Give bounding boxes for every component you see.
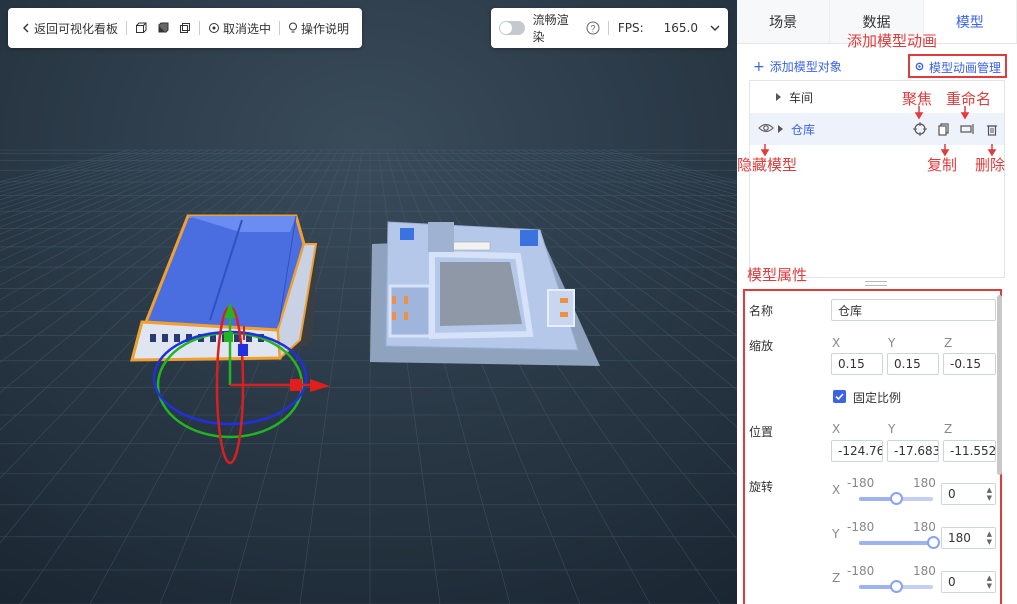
view-solid-button[interactable] xyxy=(152,22,174,34)
rot-x-slider-knob[interactable] xyxy=(890,492,903,505)
rot-y-slider[interactable] xyxy=(859,536,940,549)
annotation-props: 模型属性 xyxy=(747,266,808,284)
annotation-arrows xyxy=(760,106,997,157)
lock-ratio-label: 固定比例 xyxy=(853,391,902,405)
target-icon xyxy=(208,22,220,34)
help-label: 操作说明 xyxy=(301,21,350,36)
smooth-render-toggle[interactable] xyxy=(499,21,525,35)
spinner-icon[interactable]: ▲ ▼ xyxy=(987,530,992,546)
view-front-button[interactable] xyxy=(130,22,152,34)
scene-canvas[interactable] xyxy=(0,0,737,604)
resize-handle[interactable] xyxy=(865,281,887,286)
rot-x-min: -180 xyxy=(847,476,875,490)
pos-y-axis-label: Y xyxy=(888,422,896,436)
smooth-render-label: 流畅渲染 xyxy=(532,13,569,44)
cancel-selection-label: 取消选中 xyxy=(223,21,272,36)
props-scrollbar[interactable] xyxy=(997,295,1002,475)
rot-z-axis-label: Z xyxy=(832,571,841,585)
name-label: 名称 xyxy=(749,304,774,318)
rot-y-axis-label: Y xyxy=(832,527,840,541)
rot-y-value: 180 xyxy=(948,531,971,545)
spinner-icon[interactable]: ▲ ▼ xyxy=(987,486,992,502)
back-label: 返回可视化看板 xyxy=(34,21,119,36)
chevron-left-icon xyxy=(21,23,31,33)
spinner-icon[interactable]: ▲ ▼ xyxy=(987,574,992,590)
cube-solid-icon xyxy=(157,22,169,34)
question-icon[interactable]: ? xyxy=(586,21,600,35)
cube-outline-icon xyxy=(135,22,147,34)
scale-z-input[interactable]: -0.15 xyxy=(943,353,996,375)
toolbar-divider xyxy=(199,21,201,35)
bulb-icon xyxy=(288,22,298,34)
rot-x-slider[interactable] xyxy=(859,492,933,505)
toolbar-divider xyxy=(126,21,128,35)
cube-wire-icon xyxy=(179,22,191,34)
chevron-down-icon[interactable] xyxy=(710,23,720,33)
rot-y-slider-fill xyxy=(859,541,933,545)
rot-z-slider[interactable] xyxy=(859,580,933,593)
scale-x-input[interactable]: 0.15 xyxy=(831,353,883,375)
side-panel: 场景 数据 模型 添加模型动画 + 添加模型对象 模型动画管理 车间 仓库 聚焦… xyxy=(737,0,1017,604)
rot-y-slider-knob[interactable] xyxy=(927,536,940,549)
rot-y-min: -180 xyxy=(847,520,875,534)
viewport-toolbar: 返回可视化看板 取消选中 操作说明 xyxy=(8,8,363,48)
check-icon xyxy=(835,393,844,401)
rot-x-axis-label: X xyxy=(832,483,841,497)
rot-y-input[interactable]: 180 ▲ ▼ xyxy=(941,527,996,549)
rot-z-value: 0 xyxy=(948,575,956,589)
rot-y-max: 180 xyxy=(913,520,936,534)
scale-y-axis-label: Y xyxy=(888,336,896,350)
fps-value: 165.0 xyxy=(663,21,698,35)
pos-z-input[interactable]: -11.552 xyxy=(943,440,996,462)
name-input[interactable]: 仓库 xyxy=(831,299,996,321)
help-button[interactable]: 操作说明 xyxy=(283,20,354,37)
scale-y-input[interactable]: 0.15 xyxy=(887,353,939,375)
rot-z-slider-knob[interactable] xyxy=(890,580,903,593)
position-label: 位置 xyxy=(749,425,774,439)
scale-label: 缩放 xyxy=(749,339,774,353)
fps-label: FPS: xyxy=(617,21,644,35)
model-properties: 名称 仓库 缩放 X Y Z 0.15 0.15 -0.15 固定比例 位置 X… xyxy=(743,289,1002,604)
rot-x-max: 180 xyxy=(913,476,936,490)
pos-x-axis-label: X xyxy=(832,422,841,436)
rotation-label: 旋转 xyxy=(749,480,774,494)
pos-x-input[interactable]: -124.76 xyxy=(831,440,883,462)
scale-z-axis-label: Z xyxy=(944,336,953,350)
3d-viewport[interactable]: 返回可视化看板 取消选中 操作说明 流畅渲染 ? FPS: 165.0 xyxy=(0,0,737,604)
rot-x-value: 0 xyxy=(948,487,956,501)
render-settings-bar: 流畅渲染 ? FPS: 165.0 xyxy=(491,8,728,48)
pos-z-axis-label: Z xyxy=(944,422,953,436)
svg-text:?: ? xyxy=(590,24,595,34)
rot-x-input[interactable]: 0 ▲ ▼ xyxy=(941,483,996,505)
view-wire-button[interactable] xyxy=(174,22,196,34)
bar-divider xyxy=(607,21,609,35)
toolbar-divider xyxy=(279,21,281,35)
pos-y-input[interactable]: -17.683 xyxy=(887,440,939,462)
lock-ratio-checkbox[interactable] xyxy=(833,390,846,403)
cancel-selection-button[interactable]: 取消选中 xyxy=(203,20,276,37)
scale-x-axis-label: X xyxy=(832,336,841,350)
back-to-dashboard-button[interactable]: 返回可视化看板 xyxy=(16,20,123,37)
rot-z-max: 180 xyxy=(913,564,936,578)
rot-z-min: -180 xyxy=(847,564,875,578)
rot-z-input[interactable]: 0 ▲ ▼ xyxy=(941,571,996,593)
